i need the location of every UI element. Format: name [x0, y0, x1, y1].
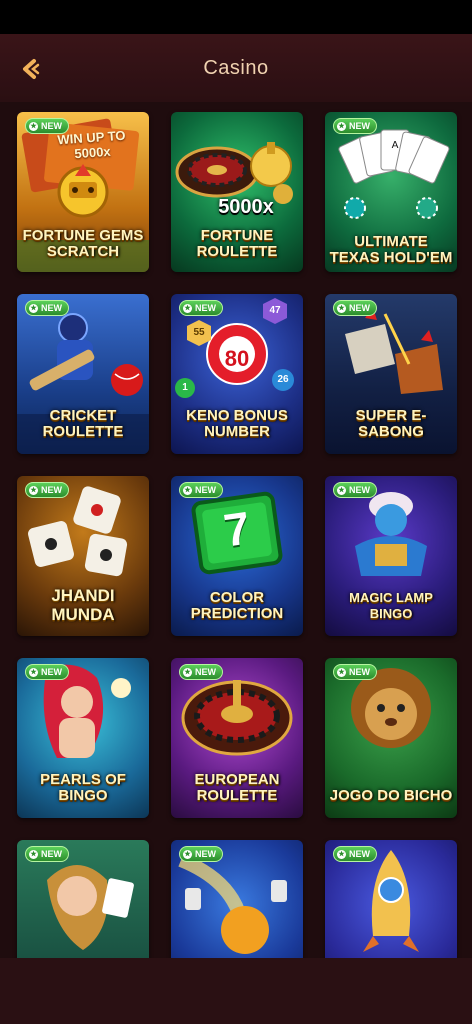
art-text: 5000x	[218, 196, 274, 218]
new-badge: ★ NEW	[25, 118, 69, 134]
new-badge: ★ NEW	[179, 482, 223, 498]
star-icon: ★	[183, 849, 192, 859]
game-title: SUPER E-SABONG	[355, 407, 427, 440]
star-icon: ★	[29, 121, 38, 131]
new-badge: ★ NEW	[25, 664, 69, 680]
new-badge: ★ NEW	[179, 664, 223, 680]
new-badge: ★ NEW	[333, 300, 377, 316]
star-icon: ★	[29, 485, 38, 495]
star-icon: ★	[337, 121, 346, 131]
keno-ball-label: 1	[182, 382, 188, 393]
new-badge: ★ NEW	[25, 846, 69, 862]
star-icon: ★	[337, 485, 346, 495]
svg-text:A: A	[392, 140, 399, 151]
game-card-super-e-sabong[interactable]: ★ NEW SUPER E-SABONG	[325, 294, 457, 454]
game-card-partial[interactable]: ★ NEW	[325, 840, 457, 958]
game-card-magic-lamp-bingo[interactable]: ★ NEW MAGIC LAMP BINGO	[325, 476, 457, 636]
star-icon: ★	[337, 667, 346, 677]
game-card-fortune-roulette[interactable]: 5000x FORTUNE ROULETTE	[171, 112, 303, 272]
game-card-keno-bonus-number[interactable]: 80 55 47 1 26 ★ NEW KENO BONUS NUMBER	[171, 294, 303, 454]
game-card-partial[interactable]: ★ NEW	[171, 840, 303, 958]
star-icon: ★	[183, 303, 192, 313]
keno-ball-label: 47	[269, 305, 281, 316]
game-title: JOGO DO BICHO	[329, 787, 453, 804]
game-card-partial[interactable]: ★ NEW	[17, 840, 149, 958]
new-badge: ★ NEW	[333, 482, 377, 498]
back-button[interactable]	[16, 54, 46, 84]
chevron-left-icon	[23, 59, 40, 79]
keno-ball-label: 26	[277, 374, 289, 385]
game-card-jogo-do-bicho[interactable]: ★ NEW JOGO DO BICHO	[325, 658, 457, 818]
new-badge: ★ NEW	[179, 846, 223, 862]
keno-ball-label: 55	[193, 327, 205, 338]
game-card-fortune-gems-scratch[interactable]: WIN UP TO 5000x ★ NEW FORTUNE GEMS SCRATC…	[17, 112, 149, 272]
game-title: KENO BONUS NUMBER	[186, 407, 288, 440]
status-bar	[0, 0, 472, 34]
star-icon: ★	[337, 303, 346, 313]
bottom-area	[0, 958, 472, 1024]
game-card-cricket-roulette[interactable]: ★ NEW CRICKET ROULETTE	[17, 294, 149, 454]
game-title: EUROPEAN ROULETTE	[194, 771, 280, 804]
art-text: 7	[220, 501, 254, 557]
game-title: ULTIMATE TEXAS HOLD'EM	[329, 233, 453, 266]
new-badge: ★ NEW	[25, 300, 69, 316]
game-title: MAGIC LAMP BINGO	[349, 590, 433, 621]
star-icon: ★	[29, 667, 38, 677]
game-title: CRICKET ROULETTE	[42, 407, 124, 440]
game-title: COLOR PREDICTION	[190, 589, 284, 622]
new-badge: ★ NEW	[179, 300, 223, 316]
game-card-european-roulette[interactable]: ★ NEW EUROPEAN ROULETTE	[171, 658, 303, 818]
star-icon: ★	[183, 485, 192, 495]
new-badge: ★ NEW	[333, 846, 377, 862]
game-card-color-prediction[interactable]: 7 ★ NEW COLOR PREDICTION	[171, 476, 303, 636]
game-title: PEARLS OF BINGO	[40, 771, 126, 804]
new-badge: ★ NEW	[25, 482, 69, 498]
new-badge: ★ NEW	[333, 664, 377, 680]
page-title: Casino	[203, 56, 269, 79]
star-icon: ★	[183, 667, 192, 677]
game-card-pearls-of-bingo[interactable]: ★ NEW PEARLS OF BINGO	[17, 658, 149, 818]
new-badge: ★ NEW	[333, 118, 377, 134]
game-title: JHANDI MUNDA	[51, 586, 115, 624]
star-icon: ★	[337, 849, 346, 859]
game-card-jhandi-munda[interactable]: ★ NEW JHANDI MUNDA	[17, 476, 149, 636]
top-app-bar: Casino	[0, 34, 472, 103]
games-grid: WIN UP TO 5000x ★ NEW FORTUNE GEMS SCRATC…	[0, 102, 472, 958]
keno-ball-main: 80	[224, 346, 250, 371]
star-icon: ★	[29, 849, 38, 859]
game-title: FORTUNE GEMS SCRATCH	[22, 227, 144, 260]
game-title: FORTUNE ROULETTE	[196, 227, 278, 260]
game-card-ultimate-texas-holdem[interactable]: A ★ NEW ULTIMATE TEXAS HOLD'EM	[325, 112, 457, 272]
star-icon: ★	[29, 303, 38, 313]
